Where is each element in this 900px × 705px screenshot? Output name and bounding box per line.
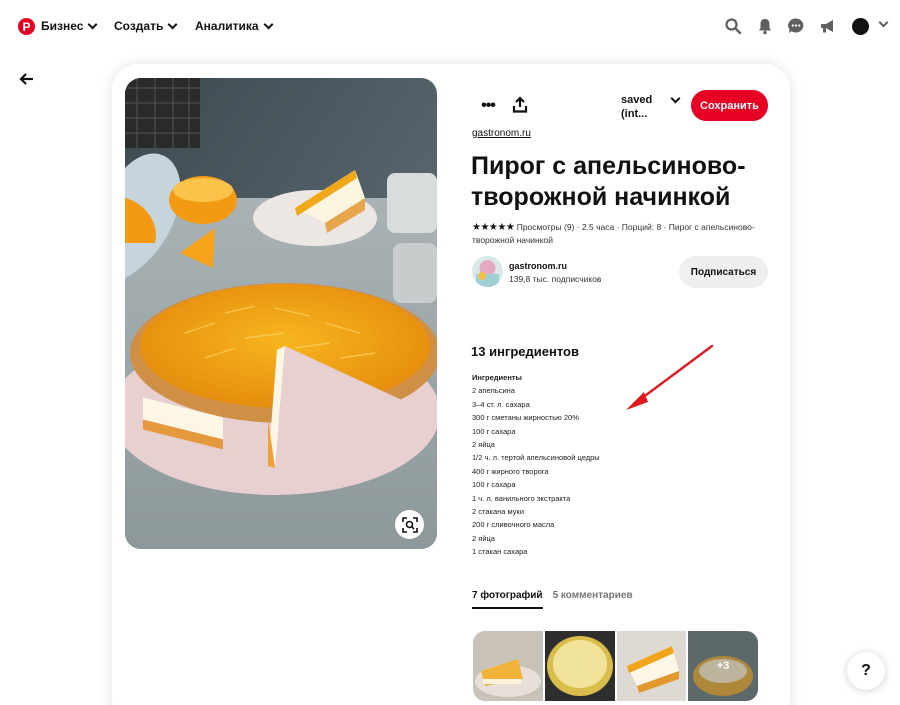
search-icon[interactable] (724, 17, 742, 35)
rating-stars: ★★★★★ (472, 222, 515, 233)
photo-thumbnail[interactable] (616, 631, 687, 701)
photo-thumbnail[interactable] (473, 631, 543, 701)
chevron-down-icon (263, 19, 273, 29)
chevron-down-icon (87, 19, 98, 29)
more-icon[interactable]: ••• (478, 96, 498, 116)
pin-meta-text: Просмотры (9) · 2.5 часа · Порций: 8 · П… (472, 222, 755, 245)
chevron-down-icon[interactable] (878, 17, 889, 28)
ingredient-item: 100 г сахара (472, 480, 516, 490)
creator-subscribers: 139,8 тыс. подписчиков (509, 274, 602, 284)
ingredient-item: 1 стакан сахара (472, 547, 528, 557)
ingredient-item: 1 ч. л. ванильного экстракта (472, 493, 571, 503)
bell-icon[interactable] (756, 17, 774, 35)
photo-thumbnail[interactable] (544, 631, 615, 701)
tabs: 7 фотографий 5 комментариев (472, 590, 633, 609)
ingredient-item: 200 г сливочного масла (472, 520, 555, 530)
creator-name[interactable]: gastronom.ru (509, 261, 567, 271)
pin-image[interactable] (125, 78, 437, 549)
ingredient-item: 100 г сахара (472, 426, 516, 436)
ingredient-item: 400 г жирного творога (472, 466, 549, 476)
tab-photos[interactable]: 7 фотографий (472, 590, 543, 609)
lens-button[interactable] (395, 510, 424, 539)
creator-avatar[interactable] (472, 256, 503, 287)
pin-meta: ★★★★★ Просмотры (9) · 2.5 часа · Порций:… (472, 221, 762, 247)
nav-analytics-label: Аналитика (195, 19, 259, 33)
pin-title: Пирог с апельсиново-творожной начинкой (471, 152, 746, 211)
nav-create[interactable]: Создать (114, 19, 178, 33)
back-arrow-icon[interactable] (19, 71, 35, 87)
nav-business[interactable]: Бизнес (41, 19, 98, 33)
nav-business-label: Бизнес (41, 19, 84, 33)
pinterest-logo-icon[interactable]: P (18, 18, 35, 35)
top-nav: P Бизнес Создать Аналитика (0, 0, 900, 54)
photo-thumbnail[interactable]: +3 (688, 631, 758, 701)
user-avatar[interactable] (852, 18, 869, 35)
board-select[interactable]: saved (int... (621, 93, 667, 121)
share-icon[interactable] (511, 96, 529, 114)
source-link[interactable]: gastronom.ru (472, 128, 531, 139)
ingredient-item: 2 яйца (472, 440, 495, 450)
ingredient-item: 2 яйца (472, 533, 495, 543)
annotation-arrow (626, 344, 714, 410)
chevron-down-icon (167, 19, 178, 29)
ingredients-heading: 13 ингредиентов (471, 344, 579, 359)
nav-create-label: Создать (114, 19, 164, 33)
ingredient-item: 1/2 ч. л. тертой апельсиновой цедры (472, 453, 600, 463)
photo-thumbnails: +3 (473, 631, 758, 701)
nav-analytics[interactable]: Аналитика (195, 19, 273, 33)
ingredient-item: 2 стакана муки (472, 507, 525, 517)
follow-button[interactable]: Подписаться (679, 256, 768, 288)
save-button[interactable]: Сохранить (691, 90, 768, 121)
lens-icon (401, 516, 418, 533)
tab-comments[interactable]: 5 комментариев (553, 590, 633, 609)
megaphone-icon[interactable] (819, 17, 837, 35)
messages-icon[interactable] (787, 17, 805, 35)
more-photos-count[interactable]: +3 (688, 631, 758, 701)
help-icon[interactable]: ? (847, 652, 885, 690)
